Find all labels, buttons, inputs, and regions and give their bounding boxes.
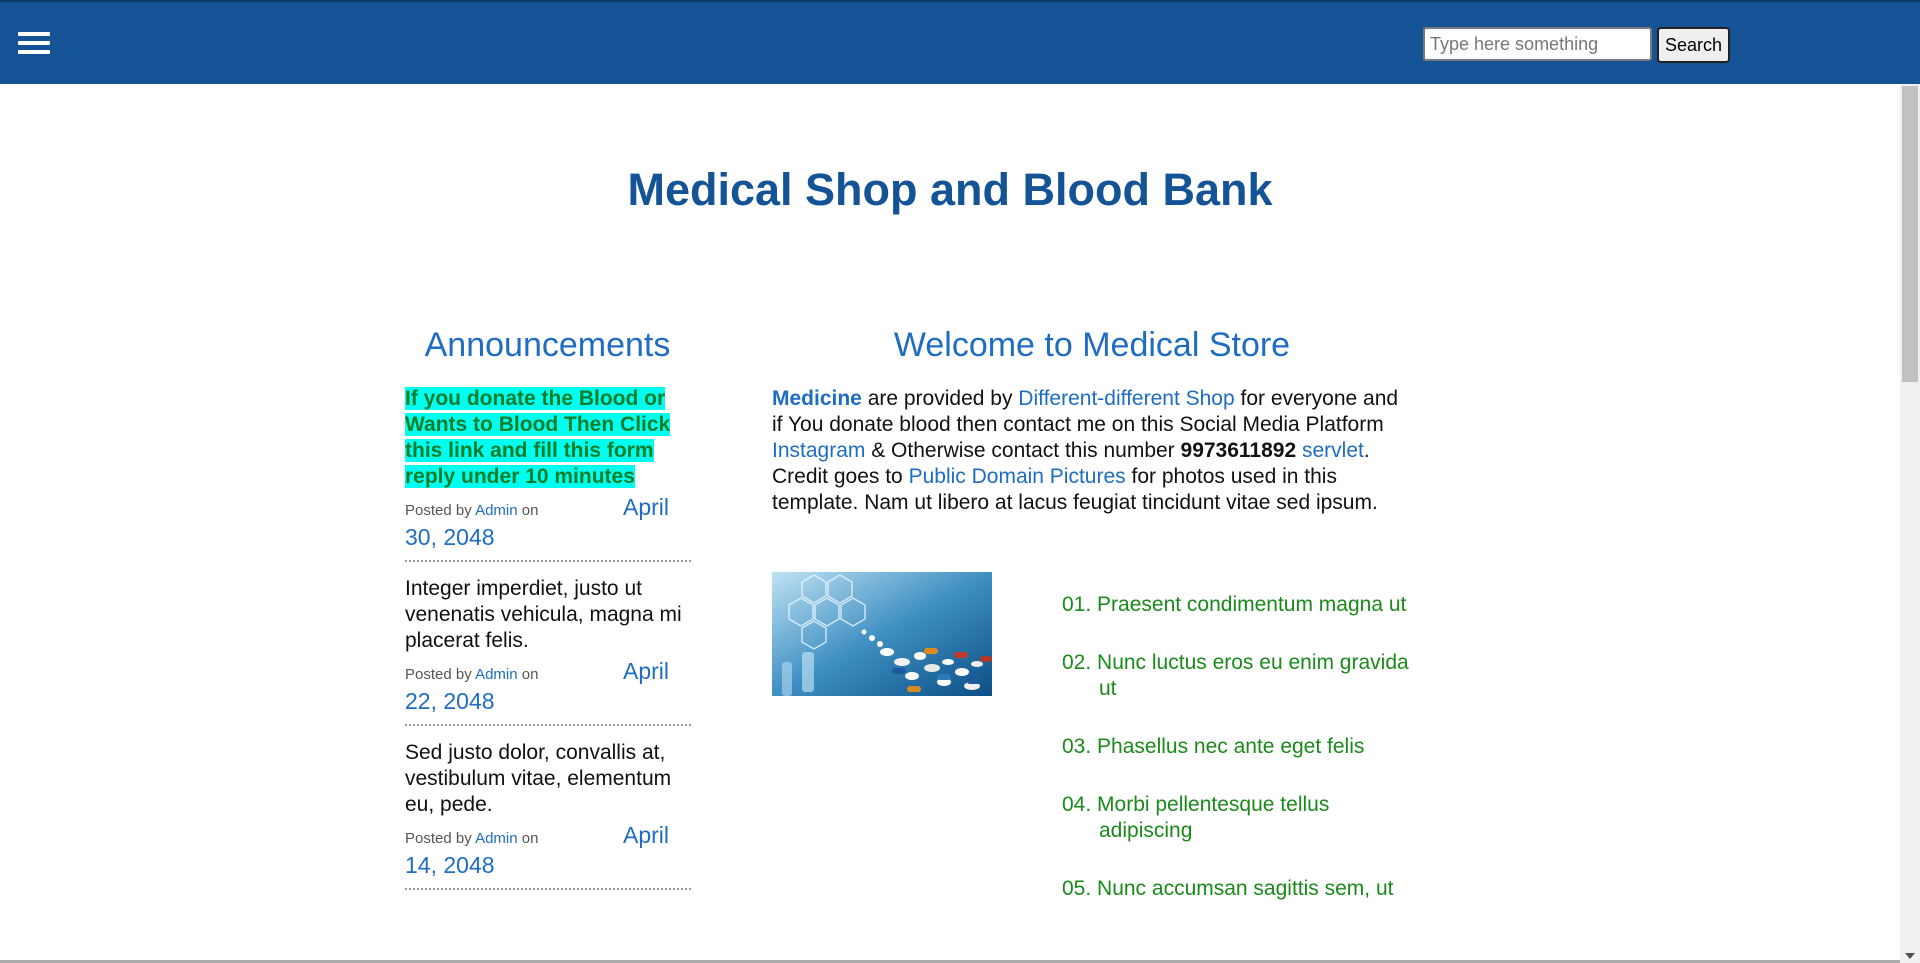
announcements-list: If you donate the Blood or Wants to Bloo… <box>405 386 691 904</box>
page-title: Medical Shop and Blood Bank <box>627 164 1273 215</box>
vertical-scrollbar[interactable] <box>1900 84 1920 963</box>
search-button[interactable]: Search <box>1657 27 1730 63</box>
scroll-down-arrow-icon[interactable] <box>1905 953 1915 959</box>
announcement-text: Sed justo dolor, convallis at, vestibulu… <box>405 741 672 816</box>
public-domain-pictures-link[interactable]: Public Domain Pictures <box>909 465 1126 488</box>
top-navigation-bar: Search <box>0 0 1920 84</box>
numbered-list: 01. Praesent condimentum magna ut 02. Nu… <box>1062 592 1412 934</box>
announcement-date-month: April <box>622 494 669 520</box>
announcement-date-day: 30, 2048 <box>405 524 495 550</box>
list-item: 04. Morbi pellentesque tellus adipiscing <box>1062 793 1330 842</box>
phone-number: 9973611892 <box>1180 439 1297 462</box>
author-link[interactable]: Admin <box>475 830 518 847</box>
posted-by-label: Posted by <box>405 830 472 847</box>
on-label: on <box>521 830 539 847</box>
list-item: 02. Nunc luctus eros eu enim gravida ut <box>1062 651 1409 700</box>
announcement-meta: Posted by Admin on April 22, 2048 <box>405 658 691 714</box>
welcome-heading: Welcome to Medical Store <box>893 326 1291 364</box>
announcement-date-month: April <box>622 658 669 684</box>
author-link[interactable]: Admin <box>475 666 518 683</box>
posted-by-label: Posted by <box>405 502 472 519</box>
intro-text-3: & Otherwise contact this number <box>865 439 1181 462</box>
announcement-item: Sed justo dolor, convallis at, vestibulu… <box>405 740 691 890</box>
medicine-image <box>772 572 992 696</box>
posted-by-label: Posted by <box>405 666 472 683</box>
shop-link[interactable]: Different-different Shop <box>1018 387 1234 410</box>
list-item: 01. Praesent condimentum magna ut <box>1062 593 1407 616</box>
intro-text-1: are provided by <box>861 387 1019 410</box>
search-input[interactable] <box>1423 27 1652 61</box>
announcement-text: Integer imperdiet, justo ut venenatis ve… <box>405 577 682 652</box>
announcement-date-day: 22, 2048 <box>405 688 495 714</box>
announcements-heading: Announcements <box>424 326 671 364</box>
list-item: 03. Phasellus nec ante eget felis <box>1062 735 1365 758</box>
on-label: on <box>521 502 539 519</box>
announcement-meta: Posted by Admin on April 30, 2048 <box>405 494 691 550</box>
announcement-date-day: 14, 2048 <box>405 852 495 878</box>
author-link[interactable]: Admin <box>475 502 518 519</box>
announcement-item: Integer imperdiet, justo ut venenatis ve… <box>405 576 691 726</box>
medicine-link[interactable]: Medicine <box>772 387 862 410</box>
instagram-link[interactable]: Instagram <box>772 439 865 462</box>
donate-blood-link[interactable]: If you donate the Blood or Wants to Bloo… <box>405 387 671 488</box>
welcome-paragraph: Medicine are provided by Different-diffe… <box>772 386 1412 516</box>
hamburger-menu-icon[interactable] <box>18 32 50 56</box>
announcement-meta: Posted by Admin on April 14, 2048 <box>405 822 691 878</box>
announcement-item: If you donate the Blood or Wants to Bloo… <box>405 386 691 562</box>
list-item: 05. Nunc accumsan sagittis sem, ut <box>1062 877 1394 900</box>
on-label: on <box>521 666 539 683</box>
announcement-date-month: April <box>622 822 669 848</box>
announcement-text[interactable]: If you donate the Blood or Wants to Bloo… <box>405 386 691 490</box>
scrollbar-thumb[interactable] <box>1902 86 1918 382</box>
servlet-link[interactable]: servlet <box>1302 439 1364 462</box>
